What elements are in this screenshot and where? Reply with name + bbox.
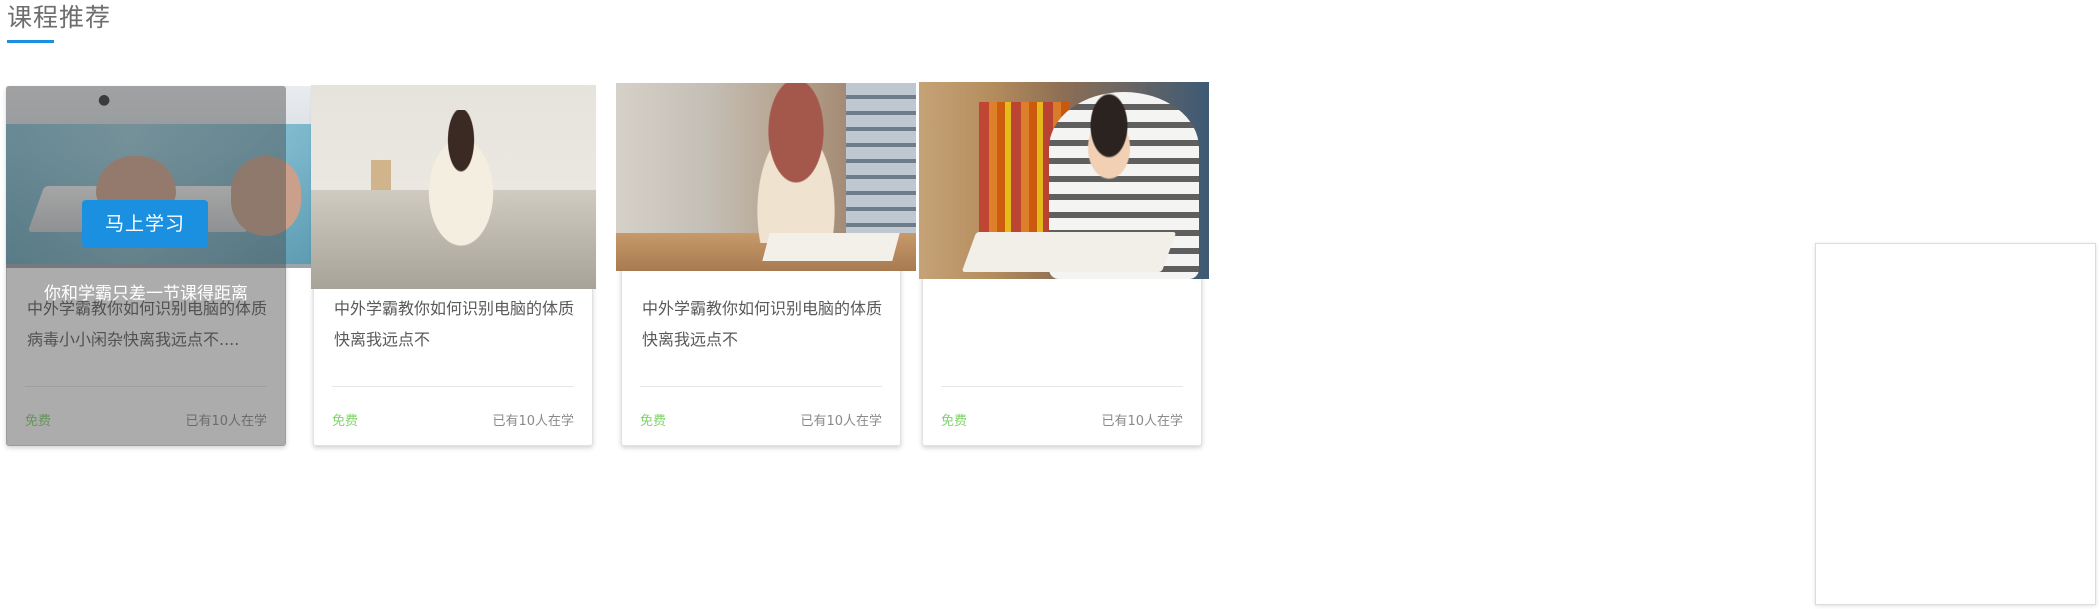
person-shape (736, 83, 856, 243)
price-label: 免费 (640, 414, 667, 429)
course-card[interactable]: ● 中外学霸教你如何识别电脑的体质 病毒小小闲杂快离我远点不.... 免费 已有… (6, 86, 313, 446)
description-line: 快离我远点不 (642, 330, 739, 349)
overlay-tagline: 你和学霸只差一节课得距离 (44, 284, 248, 304)
price-label: 免费 (332, 414, 359, 429)
section-title: 课程推荐 (7, 3, 112, 32)
course-image[interactable] (616, 83, 916, 271)
description-line: 快离我远点不 (334, 330, 431, 349)
course-card[interactable]: 中外学霸教你如何识别电脑的体质 快离我远点不 免费 已有10人在学 (311, 85, 596, 446)
course-card[interactable]: 免费 已有10人在学 (919, 82, 1209, 446)
course-card[interactable]: 中外学霸教你如何识别电脑的体质 快离我远点不 免费 已有10人在学 (616, 83, 916, 446)
description-line: 中外学霸教你如何识别电脑的体质 (334, 299, 575, 318)
course-description: 中外学霸教你如何识别电脑的体质 快离我远点不 (334, 293, 579, 355)
card-divider (332, 386, 574, 387)
title-underline (7, 40, 54, 43)
course-recommendation-page: 课程推荐 ● 中外学霸教你如何识别电脑的体质 病毒小小闲杂快离我远点不.... … (0, 0, 2099, 609)
course-image[interactable] (919, 82, 1209, 279)
description-line: 中外学霸教你如何识别电脑的体质 (642, 299, 883, 318)
price-label: 免费 (941, 414, 968, 429)
learner-count: 已有10人在学 (1101, 414, 1183, 429)
side-panel (1815, 243, 2096, 605)
learner-count: 已有10人在学 (492, 414, 574, 429)
person-shape (411, 110, 511, 260)
card-divider (941, 386, 1183, 387)
card-divider (640, 386, 882, 387)
course-image[interactable] (311, 85, 596, 289)
hover-overlay[interactable]: 马上学习 你和学霸只差一节课得距离 (6, 86, 286, 446)
course-description: 中外学霸教你如何识别电脑的体质 快离我远点不 (642, 293, 887, 355)
learner-count: 已有10人在学 (800, 414, 882, 429)
book-shape (762, 233, 900, 261)
learn-now-button[interactable]: 马上学习 (82, 200, 208, 248)
book-shape (961, 232, 1177, 272)
